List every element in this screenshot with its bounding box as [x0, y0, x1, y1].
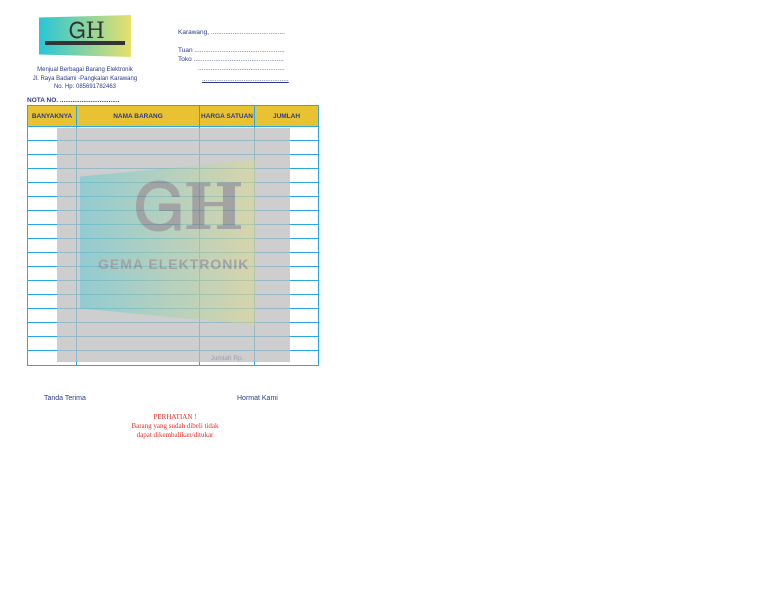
col-quantity: BANYAKNYA — [27, 105, 77, 127]
company-phone: No. Hp: 085691782463 — [53, 84, 117, 90]
city-date-field: Karawang, ..............................… — [178, 29, 285, 36]
notice-line-1: Barang yang sudah dibeli tidak — [131, 422, 219, 430]
store-field: Toko ...................................… — [178, 56, 284, 63]
watermark-logo: ᏀH GEMA ELEKTRONIK — [80, 160, 255, 325]
notice-line-2: dapat dikembalikan/ditukar — [136, 431, 214, 439]
customer-field: Tuan ...................................… — [178, 47, 285, 54]
regards-signature-label: Hormat Kami — [237, 395, 278, 402]
company-address: Jl. Raya Badami -Pangkalan Karawang — [32, 76, 138, 82]
company-logo: ᏀH — [39, 15, 131, 57]
company-tagline: Menjual Berbagai Barang Elektronik — [37, 67, 133, 73]
col-unit-price: HARGA SATUAN — [199, 105, 255, 127]
notice-title: PERHATIAN ! — [153, 413, 197, 421]
nota-number: NOTA NO. ...............................… — [27, 97, 120, 104]
col-total: JUMLAH — [254, 105, 319, 127]
received-signature-label: Tanda Terima — [44, 395, 86, 402]
address-line-2: ........................................… — [202, 76, 289, 83]
col-item-name: NAMA BARANG — [76, 105, 200, 127]
address-line: ........................................… — [198, 65, 285, 72]
